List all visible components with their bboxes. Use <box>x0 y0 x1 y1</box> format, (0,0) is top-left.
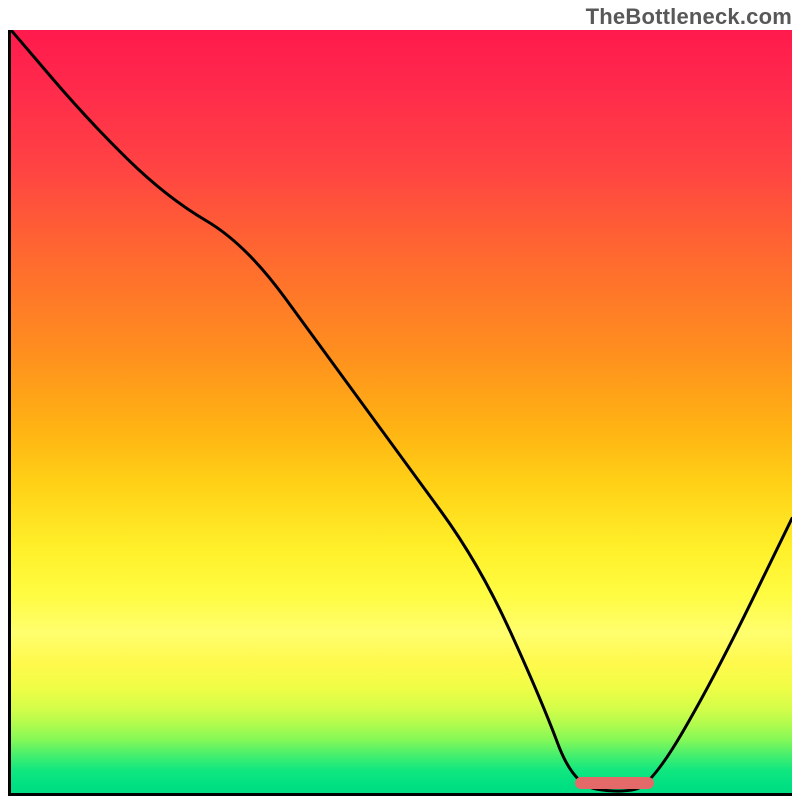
plot-area <box>8 30 792 796</box>
curve-path <box>11 30 792 791</box>
bottleneck-curve <box>11 30 792 793</box>
optimal-range-marker <box>575 777 653 789</box>
chart-container: TheBottleneck.com <box>0 0 800 800</box>
watermark-text: TheBottleneck.com <box>586 4 792 30</box>
